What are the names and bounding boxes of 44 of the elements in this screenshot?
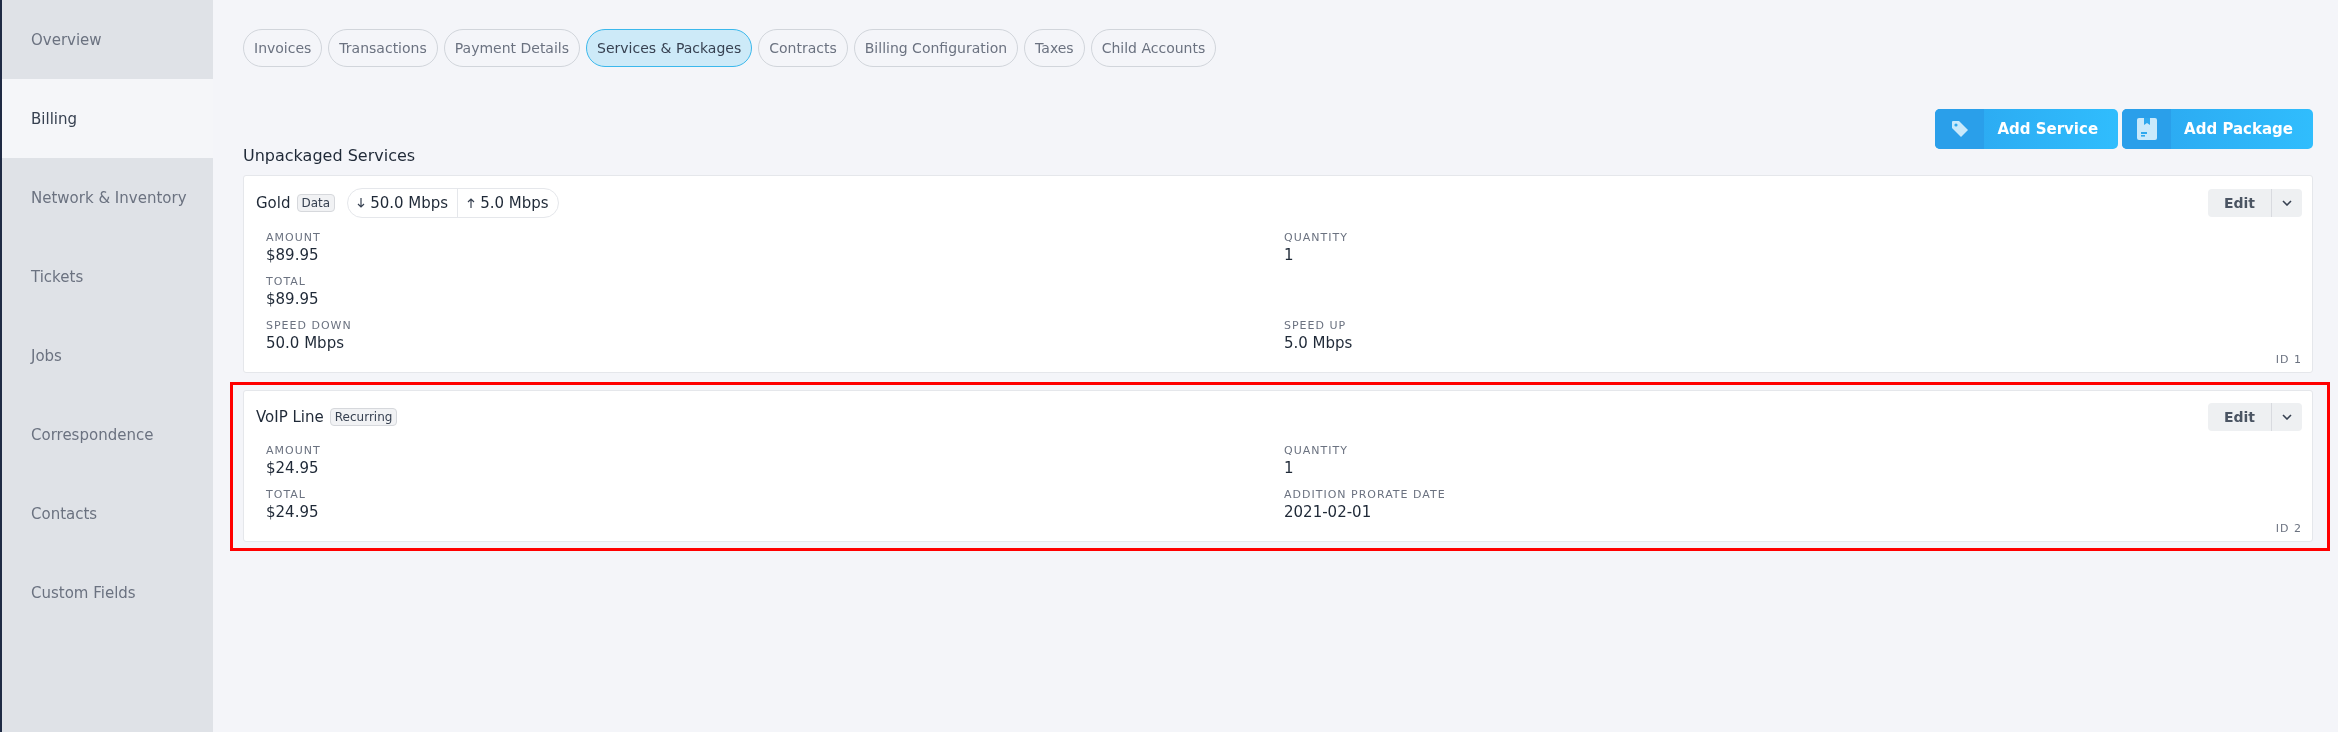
field-label: QUANTITY [1284, 443, 1349, 458]
field-label: TOTAL [266, 274, 307, 289]
sidebar-item[interactable]: Billing [2, 79, 213, 158]
speed-down-value: 50.0 Mbps [370, 194, 449, 212]
field-value: $89.95 [266, 289, 320, 309]
package-icon [2136, 118, 2157, 140]
field-label: ADDITION PRORATE DATE [1284, 487, 1447, 502]
field-label: TOTAL [266, 487, 307, 502]
service-id: ID 2 [2275, 522, 2302, 535]
add-button[interactable]: Add Service [1935, 109, 2119, 149]
field-value: $24.95 [266, 502, 320, 522]
field-label: QUANTITY [1284, 230, 1349, 245]
service-name: Gold [256, 194, 291, 212]
service-id: ID 1 [2275, 353, 2302, 366]
field-value: $89.95 [266, 245, 320, 265]
sidebar-item[interactable]: Custom Fields [2, 553, 213, 632]
service-type-tag: Data [296, 194, 336, 212]
tag-icon [1949, 119, 1970, 139]
sidebar-item[interactable]: Contacts [2, 474, 213, 553]
field-value: 5.0 Mbps [1284, 333, 1354, 353]
field-value: 1 [1284, 245, 1295, 265]
field-label: SPEED UP [1284, 318, 1348, 333]
field-value: $24.95 [266, 458, 320, 478]
sidebar-item[interactable]: Correspondence [2, 395, 213, 474]
service-name: VoIP Line [256, 408, 324, 426]
field-label: SPEED DOWN [266, 318, 353, 333]
sidebar-item[interactable]: Network & Inventory [2, 158, 213, 237]
field-value: 1 [1284, 458, 1295, 478]
up-arrow-icon [467, 198, 476, 208]
speed-up-value: 5.0 Mbps [480, 194, 549, 212]
section-heading: Unpackaged Services [243, 146, 417, 165]
field-label: AMOUNT [266, 443, 322, 458]
field-value: 50.0 Mbps [266, 333, 345, 353]
chevron-down-icon [2282, 200, 2292, 206]
field-label: AMOUNT [266, 230, 322, 245]
service-type-tag: Recurring [329, 408, 398, 426]
tab[interactable]: Services & Packages [586, 29, 753, 67]
sidebar-item[interactable]: Tickets [2, 237, 213, 316]
add-button[interactable]: Add Package [2122, 109, 2313, 149]
sidebar-item[interactable]: Overview [2, 0, 213, 79]
chevron-down-icon [2282, 414, 2292, 420]
down-arrow-icon [357, 198, 366, 208]
field-value: 2021-02-01 [1284, 502, 1373, 522]
sidebar-item[interactable]: Jobs [2, 316, 213, 395]
